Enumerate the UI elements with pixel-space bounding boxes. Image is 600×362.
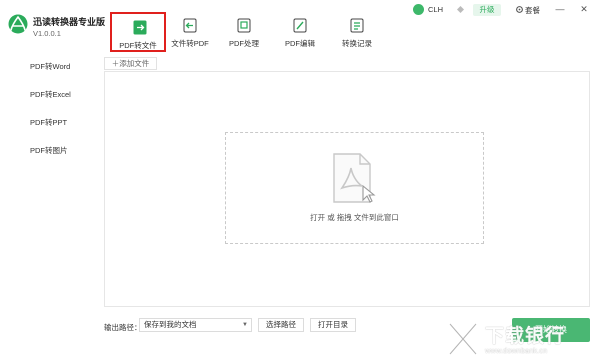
output-path-value: 保存到我的文档 — [144, 320, 197, 329]
tab-label: 转换记录 — [342, 39, 372, 48]
tab-pdf-to-file[interactable]: PDF转文件 — [110, 12, 166, 52]
pdf-to-file-icon — [133, 20, 147, 35]
tab-file-to-pdf[interactable]: 文件转PDF — [162, 12, 218, 52]
gear-icon[interactable] — [515, 5, 524, 14]
history-icon — [350, 18, 364, 33]
file-to-pdf-icon — [183, 18, 197, 33]
sidebar-item-pdf-to-ppt[interactable]: PDF转PPT — [30, 117, 67, 128]
app-logo-icon — [8, 14, 28, 34]
choose-path-button[interactable]: 选择路径 — [258, 318, 304, 332]
top-bar: 迅读转换器专业版 V1.0.0.1 PDF转文件 文件转PDF PDF处理 PD… — [0, 0, 600, 52]
diamond-icon — [457, 6, 464, 13]
close-button[interactable]: ✕ — [578, 3, 590, 15]
user-name[interactable]: CLH — [428, 5, 443, 14]
app-title: 迅读转换器专业版 — [33, 17, 106, 27]
open-directory-button[interactable]: 打开目录 — [310, 318, 356, 332]
tab-label: PDF转文件 — [119, 41, 157, 50]
output-path-label: 输出路径： — [104, 323, 142, 332]
output-path-select[interactable]: 保存到我的文档 ▼ — [139, 318, 252, 332]
pdf-process-icon — [237, 18, 251, 33]
tab-pdf-process[interactable]: PDF处理 — [216, 12, 272, 52]
tab-history[interactable]: 转换记录 — [329, 12, 385, 52]
minimize-button[interactable]: — — [554, 3, 566, 15]
tab-label: 文件转PDF — [171, 39, 209, 48]
settings-label[interactable]: 套餐 — [525, 5, 540, 16]
drop-hint: 打开 或 拖拽 文件到此窗口 — [310, 213, 399, 222]
tab-pdf-edit[interactable]: PDF编辑 — [272, 12, 328, 52]
app-version: V1.0.0.1 — [33, 29, 61, 38]
watermark-logo-icon — [447, 321, 479, 357]
pdf-edit-icon — [293, 18, 307, 33]
sidebar-item-pdf-to-image[interactable]: PDF转图片 — [30, 145, 68, 156]
sidebar: PDF转Word PDF转Excel PDF转PPT PDF转图片 — [0, 52, 96, 362]
watermark-text: 下载银行 — [485, 326, 566, 347]
tab-label: PDF处理 — [229, 39, 259, 48]
add-file-button[interactable]: ＋添加文件 — [104, 57, 157, 70]
tab-label: PDF编辑 — [285, 39, 315, 48]
pdf-document-icon — [333, 153, 376, 203]
watermark-url: www.downbank.cn — [485, 346, 548, 355]
avatar[interactable] — [413, 4, 424, 15]
upgrade-button[interactable]: 升级 — [473, 4, 501, 16]
sidebar-item-pdf-to-word[interactable]: PDF转Word — [30, 61, 70, 72]
chevron-down-icon: ▼ — [242, 322, 248, 328]
sidebar-item-pdf-to-excel[interactable]: PDF转Excel — [30, 89, 71, 100]
